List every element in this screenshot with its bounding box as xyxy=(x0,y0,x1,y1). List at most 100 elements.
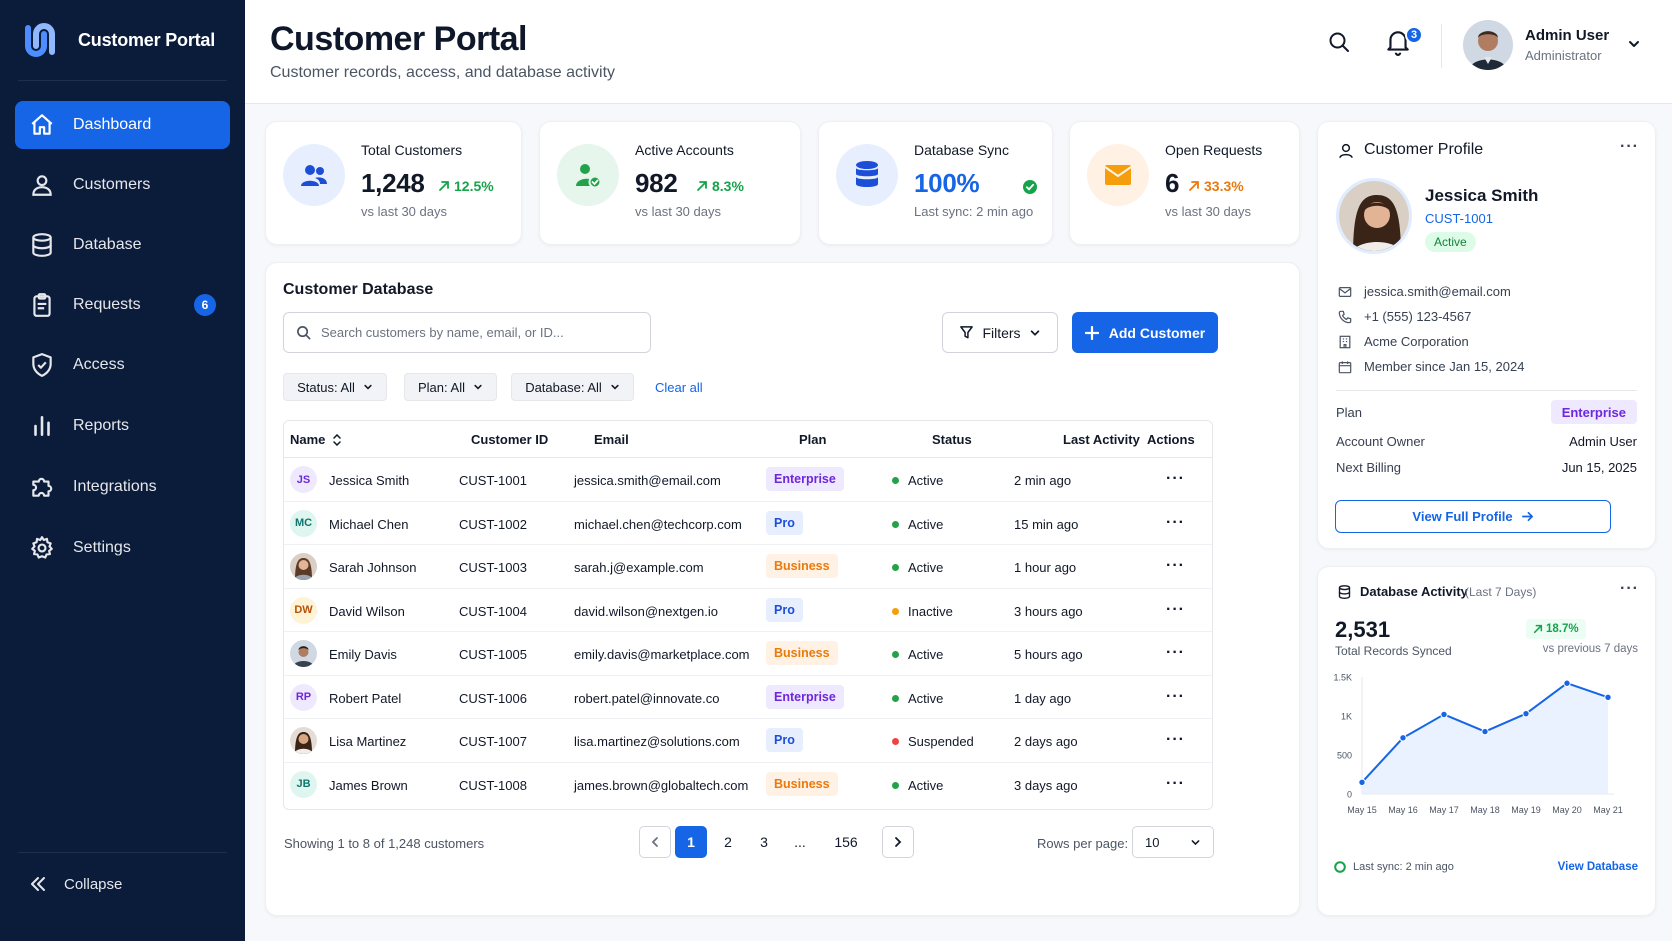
search-field[interactable] xyxy=(283,312,651,353)
add-customer-label: Add Customer xyxy=(1108,324,1206,341)
table-row[interactable]: RP Robert Patel CUST-1006 robert.patel@inno… xyxy=(284,676,1212,719)
page-156-button[interactable]: 156 xyxy=(826,826,866,858)
customer-name[interactable]: Sarah Johnson xyxy=(329,560,416,575)
profile-phone-row: +1 (555) 123-4567 xyxy=(1338,309,1471,324)
user-avatar[interactable] xyxy=(1463,20,1513,70)
chart-data-point xyxy=(1440,710,1448,719)
stat-value: 1,248 xyxy=(361,168,425,198)
stat-delta: 12.5% xyxy=(438,178,494,194)
filters-button[interactable]: Filters xyxy=(942,312,1058,353)
clipboard-icon xyxy=(33,293,51,317)
check-circle-icon xyxy=(1334,861,1346,873)
brand[interactable]: Customer Portal xyxy=(20,22,215,58)
customer-name[interactable]: James Brown xyxy=(329,778,408,793)
status-dot xyxy=(892,781,899,789)
row-actions-icon[interactable]: ··· xyxy=(1166,688,1185,706)
sidebar-item-label: Settings xyxy=(73,539,131,556)
profile-customer-id[interactable]: CUST-1001 xyxy=(1425,211,1493,226)
page-2-button[interactable]: 2 xyxy=(712,826,744,858)
row-actions-icon[interactable]: ··· xyxy=(1166,470,1185,488)
row-actions-icon[interactable]: ··· xyxy=(1166,731,1185,749)
profile-member-since: Member since Jan 15, 2024 xyxy=(1364,359,1525,374)
chevrons-left-icon xyxy=(31,877,45,891)
search-icon[interactable] xyxy=(1327,30,1351,54)
sidebar-item-database[interactable]: Database xyxy=(15,221,230,269)
last-activity: 1 hour ago xyxy=(1014,560,1077,575)
customer-name[interactable]: Lisa Martinez xyxy=(329,734,406,749)
column-header-name[interactable]: Name xyxy=(290,432,325,447)
sidebar-item-requests[interactable]: Requests 6 xyxy=(15,281,230,329)
clear-all-link[interactable]: Clear all xyxy=(655,380,703,395)
chart-data-point xyxy=(1563,679,1571,687)
avatar xyxy=(290,553,317,580)
status-dot xyxy=(892,477,899,484)
chart-y-tick-label: 500 xyxy=(1337,751,1352,761)
row-actions-icon[interactable]: ··· xyxy=(1166,644,1185,662)
search-input[interactable] xyxy=(321,325,641,340)
table-row[interactable]: JB James Brown CUST-1008 james.brown@global… xyxy=(284,763,1212,807)
page-3-button[interactable]: 3 xyxy=(748,826,780,858)
sidebar-item-label: Reports xyxy=(73,417,130,434)
table-row[interactable]: DW David Wilson CUST-1004 david.wilson@next… xyxy=(284,589,1212,632)
stat-card-total-customers: Total Customers 1,248 12.5% vs last 30 d… xyxy=(265,121,522,245)
plan-filter-chip[interactable]: Plan: All xyxy=(404,373,497,401)
customer-name[interactable]: Robert Patel xyxy=(329,691,401,706)
pagination-info: Showing 1 to 8 of 1,248 customers xyxy=(284,836,485,851)
table-row[interactable]: Lisa Martinez CUST-1007 lisa.martinez@solu… xyxy=(284,719,1212,763)
customer-name[interactable]: Jessica Smith xyxy=(329,473,409,488)
page-1-button[interactable]: 1 xyxy=(675,826,707,858)
plan-badge: Pro xyxy=(766,728,803,752)
plan-badge: Enterprise xyxy=(766,467,844,491)
sidebar-item-dashboard[interactable]: Dashboard xyxy=(15,101,230,149)
row-actions-icon[interactable]: ··· xyxy=(1166,601,1185,619)
rows-per-page-select[interactable]: 10 xyxy=(1132,826,1214,858)
chart-data-point xyxy=(1399,734,1407,742)
user-role: Administrator xyxy=(1525,48,1602,63)
table-row[interactable]: Emily Davis CUST-1005 emily.davis@marketpl… xyxy=(284,632,1212,676)
top-header: Customer Portal Customer records, access… xyxy=(245,0,1672,104)
more-options-icon[interactable]: ··· xyxy=(1620,138,1639,156)
customer-name[interactable]: David Wilson xyxy=(329,604,405,619)
customer-id: CUST-1003 xyxy=(459,560,527,575)
sidebar-item-reports[interactable]: Reports xyxy=(15,402,230,450)
status-text: Inactive xyxy=(908,603,953,619)
view-database-link[interactable]: View Database xyxy=(1558,861,1638,873)
chevron-down-icon[interactable] xyxy=(1627,37,1641,51)
table-row[interactable]: JS Jessica Smith CUST-1001 jessica.smith@em… xyxy=(284,458,1212,502)
view-full-profile-button[interactable]: View Full Profile xyxy=(1335,500,1611,533)
status-filter-chip[interactable]: Status: All xyxy=(283,373,387,401)
row-actions-icon[interactable]: ··· xyxy=(1166,514,1185,532)
customer-id: CUST-1007 xyxy=(459,734,527,749)
profile-divider xyxy=(1336,390,1637,391)
filter-icon xyxy=(960,326,974,339)
sort-icon[interactable] xyxy=(332,434,342,446)
next-page-button[interactable] xyxy=(882,826,914,858)
stat-card-database-sync: Database Sync 100% Last sync: 2 min ago xyxy=(818,121,1053,245)
activity-period: (Last 7 Days) xyxy=(1465,585,1537,599)
plan-badge: Pro xyxy=(766,597,803,622)
column-header-status: Status xyxy=(932,432,972,447)
sidebar-item-settings[interactable]: Settings xyxy=(15,524,230,572)
database-filter-chip[interactable]: Database: All xyxy=(511,373,634,401)
row-actions-icon[interactable]: ··· xyxy=(1166,557,1185,575)
customer-id: CUST-1008 xyxy=(459,777,527,793)
page-ellipsis: ... xyxy=(794,834,806,850)
account-owner-value: Admin User xyxy=(1569,434,1637,449)
chart-y-tick-label: 1.5K xyxy=(1333,673,1352,683)
sidebar-item-access[interactable]: Access xyxy=(15,341,230,389)
status-text: Active xyxy=(908,473,944,488)
profile-status-badge: Active xyxy=(1425,232,1476,252)
collapse-button[interactable]: Collapse xyxy=(28,874,122,894)
plan-badge: Enterprise xyxy=(1550,400,1637,424)
status-dot xyxy=(892,564,899,571)
table-row[interactable]: Sarah Johnson CUST-1003 sarah.j@example.co… xyxy=(284,545,1212,589)
sidebar-item-integrations[interactable]: Integrations xyxy=(15,463,230,511)
customer-name[interactable]: Emily Davis xyxy=(329,647,397,662)
table-row[interactable]: MC Michael Chen CUST-1002 michael.chen@tech… xyxy=(284,502,1212,545)
sidebar-item-customers[interactable]: Customers xyxy=(15,161,230,209)
customer-name[interactable]: Michael Chen xyxy=(329,517,409,532)
add-customer-button[interactable]: Add Customer xyxy=(1072,312,1218,353)
prev-page-button[interactable] xyxy=(639,826,671,858)
more-options-icon[interactable]: ··· xyxy=(1620,580,1639,598)
row-actions-icon[interactable]: ··· xyxy=(1166,775,1185,793)
